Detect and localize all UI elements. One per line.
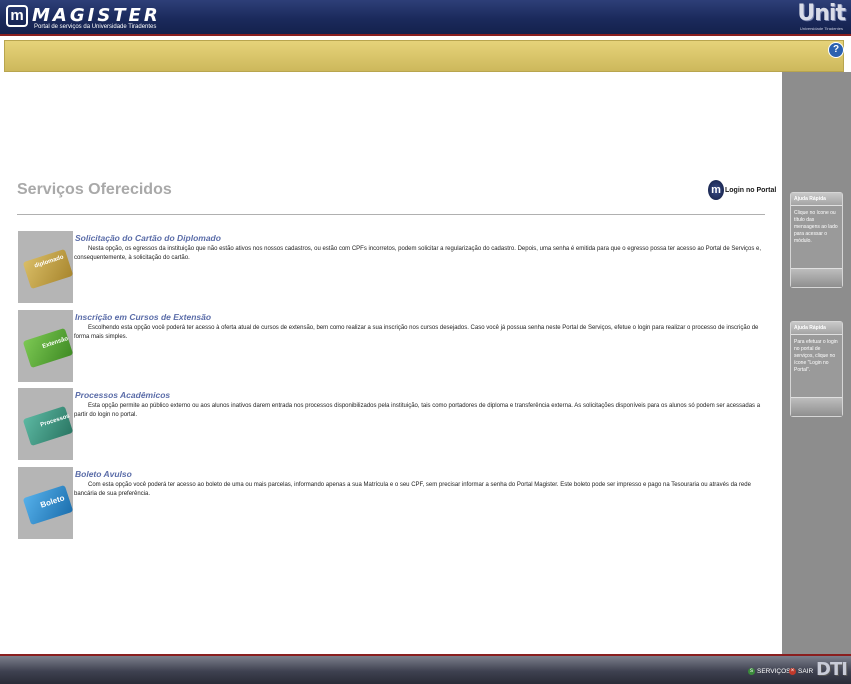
message-bar xyxy=(4,40,844,72)
card-shape xyxy=(22,248,73,290)
right-sidebar: Ajuda Rápida Clique no ícone ou título d… xyxy=(782,72,851,654)
quick-help-box-2: Ajuda Rápida Para efetuar o login no por… xyxy=(790,321,843,417)
quick-help-title: Ajuda Rápida xyxy=(791,322,842,335)
title-divider xyxy=(17,214,765,215)
magister-logo[interactable]: m MAGISTER Portal de serviços da Univers… xyxy=(4,2,158,32)
logo-title: MAGISTER xyxy=(32,5,161,26)
quick-help-footer xyxy=(791,268,842,287)
services-icon: s xyxy=(748,668,755,675)
page-title: Serviços Oferecidos xyxy=(17,181,172,198)
service-description: Escolhendo esta opção você poderá ter ac… xyxy=(74,325,759,340)
dti-logo: DTI xyxy=(816,659,848,680)
service-description: Com esta opção você poderá ter acesso ao… xyxy=(74,482,751,497)
top-header: m MAGISTER Portal de serviços da Univers… xyxy=(0,0,851,36)
exit-icon: × xyxy=(789,668,796,675)
exit-button[interactable]: × SAIR xyxy=(789,668,813,675)
magister-mark-icon: m xyxy=(6,5,28,27)
quick-help-footer xyxy=(791,397,842,416)
quick-help-box-1: Ajuda Rápida Clique no ícone ou título d… xyxy=(790,192,843,288)
service-description: Nesta opção, os egressos da instituição … xyxy=(74,246,762,261)
unit-logo: Unit Universidade Tiradentes xyxy=(797,1,846,33)
bottom-footer: s SERVIÇOS × SAIR DTI xyxy=(0,654,851,684)
graduate-card-icon[interactable]: diplomado xyxy=(18,231,73,303)
quick-help-text: Clique no ícone ou título das mensagens … xyxy=(794,210,838,244)
service-title[interactable]: Solicitação do Cartão do Diplomado xyxy=(75,233,221,243)
service-description: Esta opção permite ao público externo ou… xyxy=(74,403,761,418)
login-portal-label[interactable]: Login no Portal xyxy=(725,187,776,194)
quick-help-text: Para efetuar o login no portal de serviç… xyxy=(794,339,838,373)
boleto-card-icon[interactable]: Boleto xyxy=(18,467,73,539)
service-title[interactable]: Boleto Avulso xyxy=(75,469,132,479)
services-button[interactable]: s SERVIÇOS xyxy=(748,668,790,675)
extension-card-icon[interactable]: Extensão xyxy=(18,310,73,382)
help-icon[interactable]: ? xyxy=(828,42,844,58)
service-title[interactable]: Inscrição em Cursos de Extensão xyxy=(75,312,211,322)
quick-help-title: Ajuda Rápida xyxy=(791,193,842,206)
unit-logo-text: Unit xyxy=(797,1,846,26)
processes-card-icon[interactable]: Processos xyxy=(18,388,73,460)
services-label: SERVIÇOS xyxy=(757,668,791,675)
exit-label: SAIR xyxy=(798,668,814,675)
login-portal-icon[interactable]: m xyxy=(708,180,724,200)
unit-logo-subtitle: Universidade Tiradentes xyxy=(799,26,843,31)
logo-subtitle: Portal de serviços da Universidade Tirad… xyxy=(34,24,157,30)
service-title[interactable]: Processos Acadêmicos xyxy=(75,390,170,400)
